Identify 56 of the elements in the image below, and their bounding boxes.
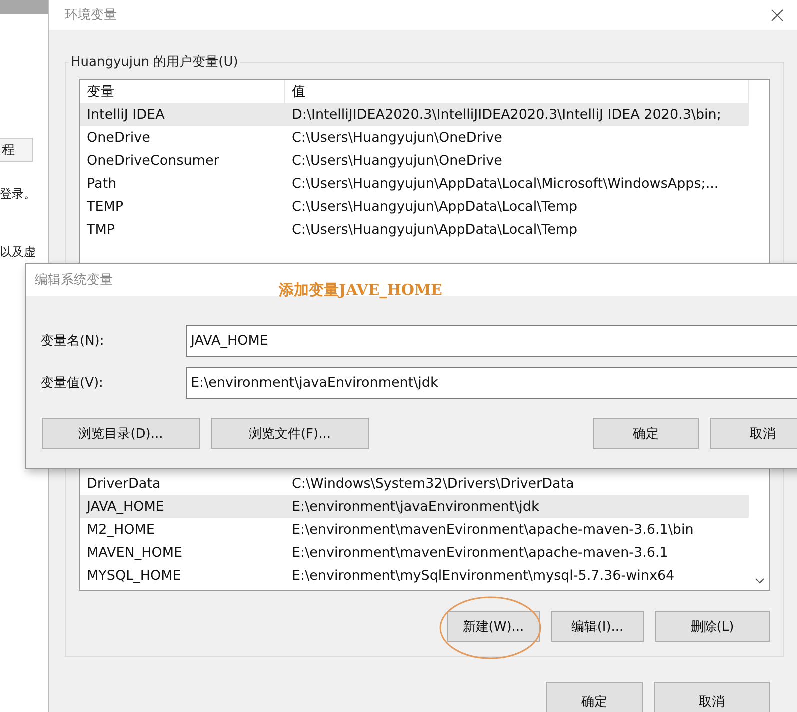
variable-value: C:\Users\Huangyujun\AppData\Local\Microsoft\WindowsApps;... [291,176,720,192]
variable-name: MYSQL_HOME [86,568,182,584]
variable-row[interactable]: JAVA_HOME E:\environment\javaEnvironment\jdk [80,495,749,518]
chevron-down-icon[interactable] [755,578,765,584]
input-field[interactable]: E:\environment\javaEnvironment\jdk [186,367,797,399]
variable-button[interactable]: 编辑(I)... [551,611,644,642]
variable-value: C:\Users\Huangyujun\AppData\Local\Temp [291,222,579,238]
variable-value: C:\Users\Huangyujun\OneDrive [291,152,504,168]
variable-value: C:\Users\Huangyujun\AppData\Local\Temp [291,198,579,214]
annotation-text: 添加变量JAVE_HOME [279,280,442,300]
field-label: 变量值(V): [40,375,104,392]
variable-row[interactable]: M2_HOME E:\environment\mavenEvironment\apache-maven-3.6.1\bin [80,518,749,541]
variable-value: C:\Windows\System32\Drivers\DriverData [291,476,576,492]
variable-name: Path [86,176,118,192]
variable-name: JAVA_HOME [85,498,166,514]
dialog-button[interactable]: 浏览文件(F)... [211,418,369,449]
variable-row[interactable]: OneDriveConsumer C:\Users\Huangyujun\OneDrive [80,149,749,172]
variable-value: D:\IntelliJIDEA2020.3\IntelliJIDEA2020.3\IntelliJ IDEA 2020.3\bin; [291,106,722,122]
dialog-title: 编辑系统变量 [35,272,114,289]
variable-name: OneDrive [86,130,152,146]
variable-button[interactable]: 删除(L) [655,611,770,642]
dialog-button[interactable]: 浏览目录(D)... [42,418,200,449]
variable-row[interactable]: MYSQL_HOME E:\environment\mySqlEnvironment\mysql-5.7.36-winx64 [80,564,749,587]
field-label: 变量名(N): [40,333,106,350]
variable-name: TMP [86,222,116,238]
dialog-button[interactable]: 确定 [546,682,643,712]
variable-value: E:\environment\javaEnvironment\jdk [291,498,540,514]
variable-row[interactable]: MAVEN_HOME E:\environment\mavenEvironment\apache-maven-3.6.1 [80,541,749,564]
variable-row[interactable]: TMP C:\Users\Huangyujun\AppData\Local\Temp [80,218,749,241]
variable-row[interactable]: OneDrive C:\Users\Huangyujun\OneDrive [80,126,749,149]
variable-name: IntelliJ IDEA [86,106,166,122]
text: 登录。 [0,186,37,203]
variable-value: E:\environment\mySqlEnvironment\mysql-5.7.36-winx64 [291,568,676,584]
dialog-button[interactable]: 取消 [710,418,797,449]
dialog-button[interactable]: 取消 [654,682,770,712]
variable-name: TEMP [86,198,125,214]
variable-name: DriverData [86,476,162,492]
variable-name: M2_HOME [86,522,156,538]
group-label: Huangyujun 的用户变量(U) [69,53,240,71]
variable-name: OneDriveConsumer [86,152,220,168]
variable-row[interactable]: TEMP C:\Users\Huangyujun\AppData\Local\Temp [80,195,749,218]
variable-name: MAVEN_HOME [86,544,184,560]
title-bar [0,0,48,14]
variable-row[interactable]: Path C:\Users\Huangyujun\AppData\Local\Microsoft\WindowsApps;... [80,172,749,195]
variable-value: E:\environment\mavenEvironment\apache-maven-3.6.1 [291,544,670,560]
variable-row[interactable]: DriverData C:\Windows\System32\Drivers\DriverData [80,472,749,495]
variable-value: C:\Users\Huangyujun\OneDrive [291,130,504,146]
input-field[interactable]: JAVA_HOME [186,325,797,357]
close-icon[interactable] [771,8,784,22]
variable-row[interactable]: IntelliJ IDEA D:\IntelliJIDEA2020.3\IntelliJIDEA2020.3\IntelliJ IDEA 2020.3\bin; [80,103,749,126]
variable-value: E:\environment\mavenEvironment\apache-maven-3.6.1\bin [291,522,695,538]
window-title: 环境变量 [65,7,117,24]
dialog-button[interactable]: 确定 [593,418,699,449]
variable-button[interactable]: 新建(W)... [447,611,540,642]
text: 以及虚 [0,244,37,261]
tab[interactable]: 程 [0,138,33,162]
